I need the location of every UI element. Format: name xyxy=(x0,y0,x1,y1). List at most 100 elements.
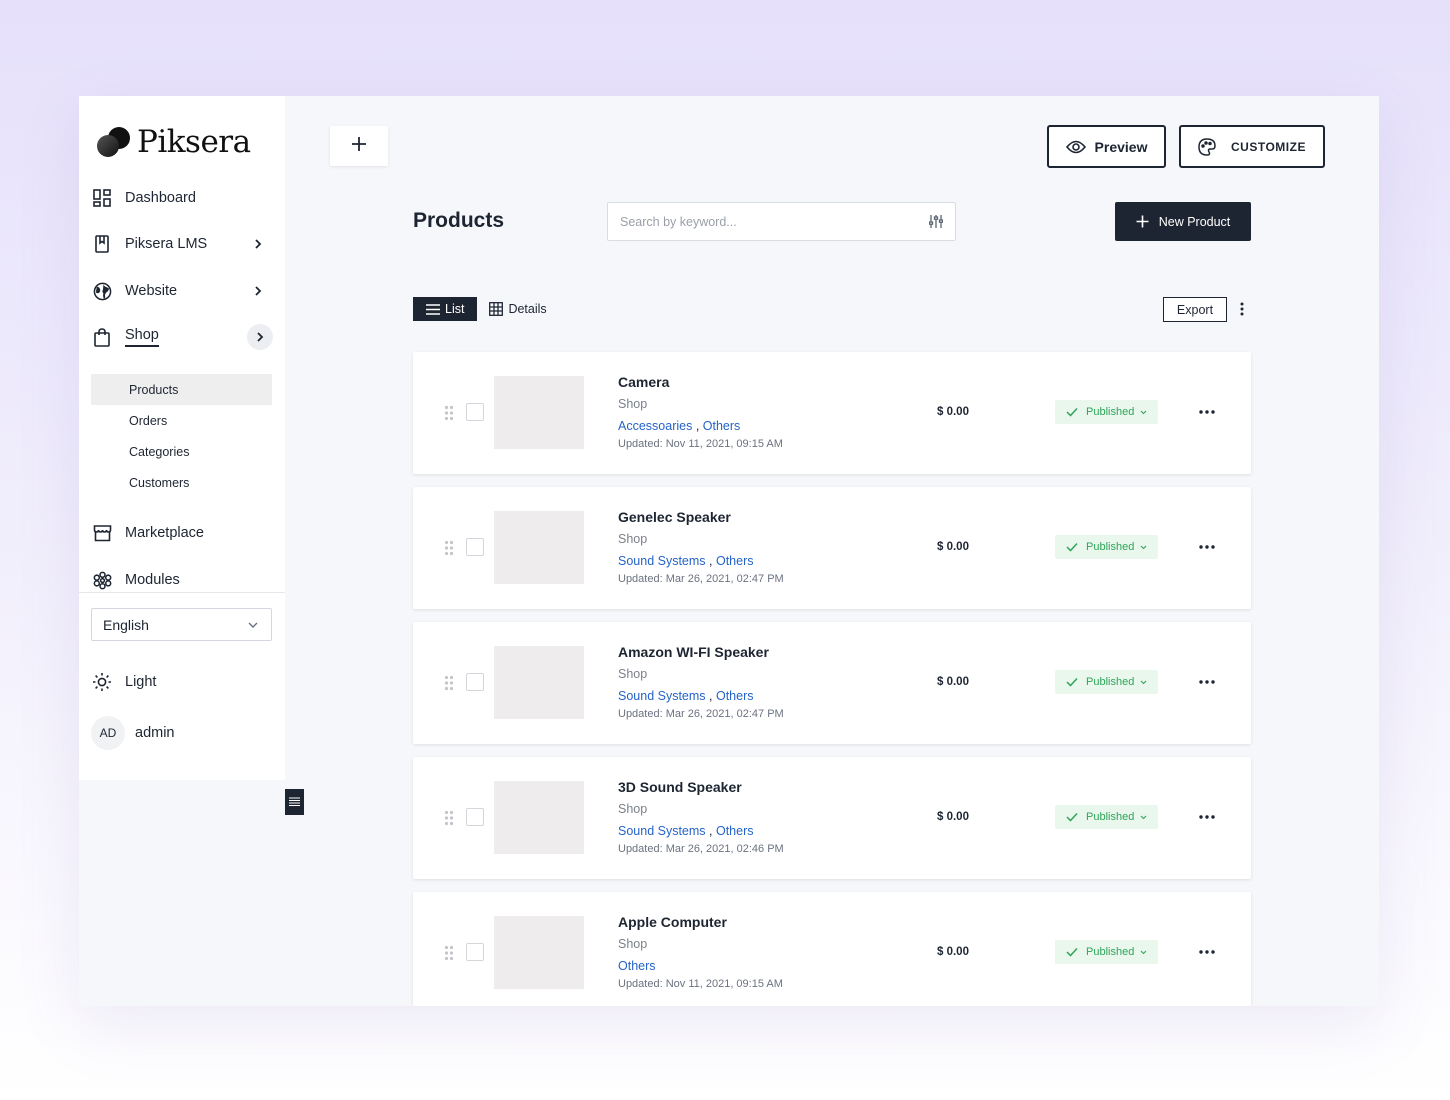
tab-details[interactable]: Details xyxy=(477,297,558,321)
product-name[interactable]: Apple Computer xyxy=(618,914,727,930)
drag-handle-icon[interactable] xyxy=(444,405,454,421)
more-horizontal-icon[interactable] xyxy=(1199,677,1215,687)
category-link[interactable]: Others xyxy=(716,554,754,568)
theme-toggle[interactable]: Light xyxy=(91,671,156,693)
check-icon xyxy=(1066,407,1078,417)
sidebar-item-dashboard[interactable]: Dashboard xyxy=(91,182,273,214)
language-select[interactable]: English xyxy=(91,608,272,641)
sidebar-item-label: Marketplace xyxy=(125,525,204,541)
product-thumbnail[interactable] xyxy=(494,781,584,854)
subnav-item-products[interactable]: Products xyxy=(91,374,272,405)
drag-handle-icon[interactable] xyxy=(444,945,454,961)
status-dropdown[interactable]: Published xyxy=(1055,535,1158,559)
customize-button[interactable]: CUSTOMIZE xyxy=(1179,125,1325,168)
new-product-button[interactable]: New Product xyxy=(1115,202,1251,241)
drag-handle-icon[interactable] xyxy=(444,675,454,691)
sidebar-item-shop[interactable]: Shop xyxy=(91,321,273,353)
more-horizontal-icon[interactable] xyxy=(1199,542,1215,552)
customize-label: CUSTOMIZE xyxy=(1231,139,1306,154)
product-name[interactable]: Camera xyxy=(618,374,669,390)
product-updated: Updated: Nov 11, 2021, 09:15 AM xyxy=(618,438,783,450)
sidebar-item-piksera-lms[interactable]: Piksera LMS xyxy=(91,228,273,260)
product-updated: Updated: Mar 26, 2021, 02:47 PM xyxy=(618,573,784,585)
product-price: $ 0.00 xyxy=(937,541,969,553)
preview-label: Preview xyxy=(1094,138,1148,155)
book-icon xyxy=(91,233,113,255)
product-name[interactable]: Amazon WI-FI Speaker xyxy=(618,644,769,660)
category-link[interactable]: Sound Systems xyxy=(618,824,706,838)
status-dropdown[interactable]: Published xyxy=(1055,400,1158,424)
globe-icon xyxy=(91,280,113,302)
row-checkbox[interactable] xyxy=(466,403,484,421)
product-row[interactable]: Genelec Speaker Shop Sound Systems , Oth… xyxy=(413,487,1251,609)
row-checkbox[interactable] xyxy=(466,943,484,961)
category-link[interactable]: Others xyxy=(716,689,754,703)
subnav-item-customers[interactable]: Customers xyxy=(91,467,272,498)
chevron-down-icon xyxy=(1140,950,1147,955)
product-name[interactable]: Genelec Speaker xyxy=(618,509,731,525)
sidebar-item-label: Dashboard xyxy=(125,190,196,206)
drag-handle-icon[interactable] xyxy=(444,540,454,556)
avatar: AD xyxy=(91,716,125,750)
product-shop: Shop xyxy=(618,667,648,681)
drag-handle-icon[interactable] xyxy=(444,810,454,826)
product-shop: Shop xyxy=(618,802,648,816)
chevron-right-icon[interactable] xyxy=(249,282,267,300)
product-row[interactable]: Camera Shop Accessoaries , Others Update… xyxy=(413,352,1251,474)
theme-label: Light xyxy=(125,674,157,690)
sidebar-collapse-button[interactable] xyxy=(285,789,304,815)
filter-sliders-icon[interactable] xyxy=(928,214,944,234)
brand-logo[interactable]: Piksera xyxy=(95,124,251,160)
tab-list-label: List xyxy=(445,302,465,316)
category-link[interactable]: Others xyxy=(618,959,656,973)
user-profile[interactable]: AD admin xyxy=(91,716,175,750)
category-link[interactable]: Others xyxy=(703,419,741,433)
status-dropdown[interactable]: Published xyxy=(1055,805,1158,829)
export-button[interactable]: Export xyxy=(1163,297,1227,322)
more-vertical-icon[interactable] xyxy=(1237,300,1247,318)
subnav-item-orders[interactable]: Orders xyxy=(91,405,272,436)
search-input[interactable] xyxy=(608,203,908,240)
chevron-right-icon[interactable] xyxy=(249,235,267,253)
chevron-down-icon xyxy=(1140,410,1147,415)
sidebar-item-marketplace[interactable]: Marketplace xyxy=(91,517,273,549)
preview-button[interactable]: Preview xyxy=(1047,125,1166,168)
sun-icon xyxy=(91,671,113,693)
tab-list[interactable]: List xyxy=(413,297,478,321)
tab-details-label: Details xyxy=(508,302,547,316)
category-link[interactable]: Accessoaries xyxy=(618,419,692,433)
product-row[interactable]: 3D Sound Speaker Shop Sound Systems , Ot… xyxy=(413,757,1251,879)
status-dropdown[interactable]: Published xyxy=(1055,940,1158,964)
chevron-down-icon xyxy=(1140,815,1147,820)
product-thumbnail[interactable] xyxy=(494,646,584,719)
category-link[interactable]: Sound Systems xyxy=(618,689,706,703)
row-checkbox[interactable] xyxy=(466,673,484,691)
sidebar-item-website[interactable]: Website xyxy=(91,275,273,307)
product-name[interactable]: 3D Sound Speaker xyxy=(618,779,742,795)
status-badge: Published xyxy=(1086,811,1135,823)
subnav-item-categories[interactable]: Categories xyxy=(91,436,272,467)
category-link[interactable]: Sound Systems xyxy=(618,554,706,568)
category-link[interactable]: Others xyxy=(716,824,754,838)
check-icon xyxy=(1066,947,1078,957)
language-value: English xyxy=(103,616,149,633)
row-checkbox[interactable] xyxy=(466,538,484,556)
list-icon xyxy=(426,303,440,315)
row-checkbox[interactable] xyxy=(466,808,484,826)
product-thumbnail[interactable] xyxy=(494,376,584,449)
more-horizontal-icon[interactable] xyxy=(1199,947,1215,957)
product-thumbnail[interactable] xyxy=(494,916,584,989)
product-thumbnail[interactable] xyxy=(494,511,584,584)
product-shop: Shop xyxy=(618,397,648,411)
more-horizontal-icon[interactable] xyxy=(1199,407,1215,417)
add-button[interactable] xyxy=(330,126,388,166)
chevron-right-icon[interactable] xyxy=(247,324,273,350)
product-categories: Accessoaries , Others xyxy=(618,419,741,433)
app-window: Piksera Dashboard Piksera LMS Website Sh… xyxy=(79,96,1379,1006)
status-dropdown[interactable]: Published xyxy=(1055,670,1158,694)
more-horizontal-icon[interactable] xyxy=(1199,812,1215,822)
piksera-logo-icon xyxy=(95,126,133,158)
product-row[interactable]: Amazon WI-FI Speaker Shop Sound Systems … xyxy=(413,622,1251,744)
product-row[interactable]: Apple Computer Shop Others Updated: Nov … xyxy=(413,892,1251,1006)
sidebar-item-label: Shop xyxy=(125,327,159,347)
